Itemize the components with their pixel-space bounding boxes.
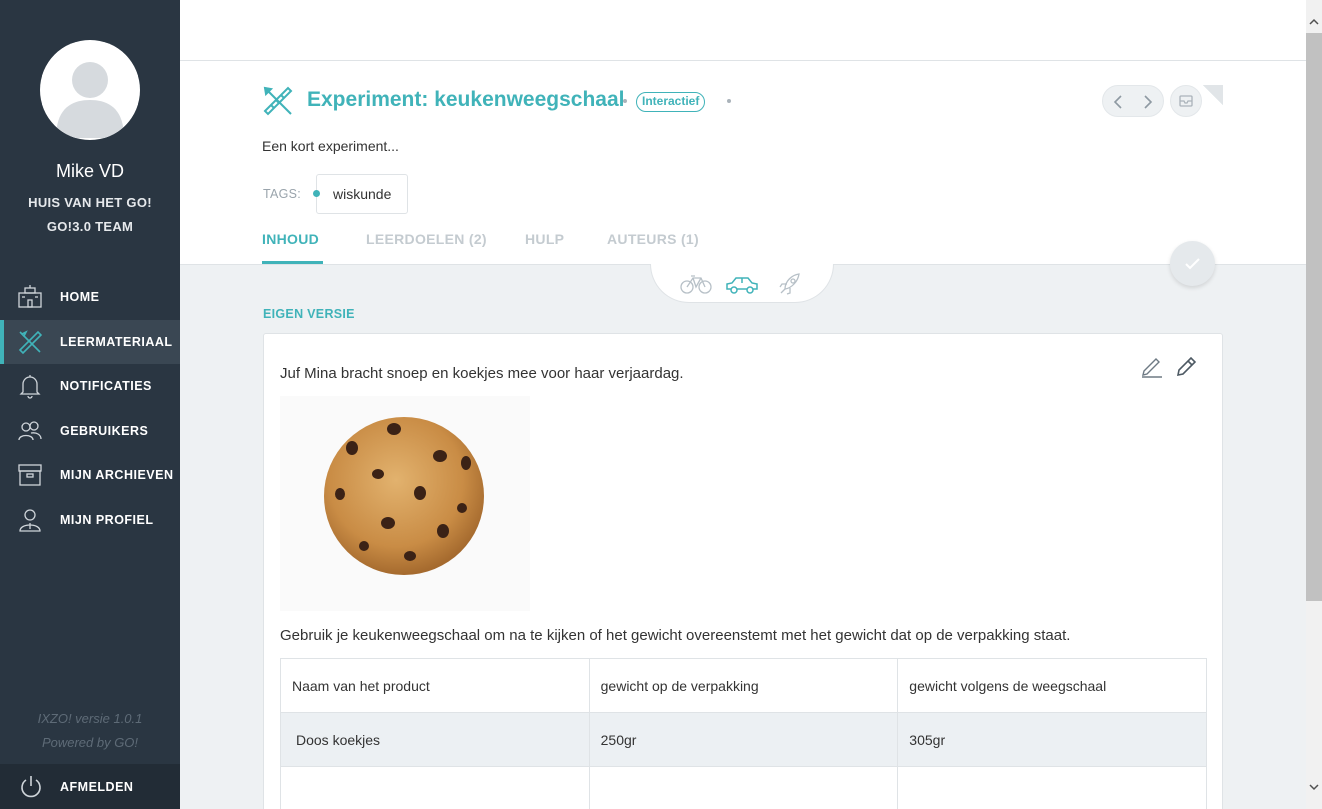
level-bike[interactable] [678,272,714,296]
prev-button[interactable] [1109,92,1129,112]
sidebar-item-label: GEBRUIKERS [60,423,149,438]
content-card: Juf Mina bracht snoep en koekjes mee voo… [263,333,1223,809]
page-title: Experiment: keukenweegschaal [307,88,625,111]
sidebar-item-gebruikers[interactable]: GEBRUIKERS [0,409,180,454]
organisation: HUIS VAN HET GO! GO!3.0 TEAM [0,191,180,239]
table-header-row: Naam van het product gewicht op de verpa… [280,658,1207,713]
scrollbar-thumb[interactable] [1306,33,1322,601]
top-bar [180,0,1306,61]
logout-button[interactable]: AFMELDEN [0,764,180,809]
tags-label: TAGS: [263,187,302,201]
version-text: IXZO! versie 1.0.1 [37,711,143,726]
tag-chip[interactable]: wiskunde [316,174,409,214]
chevron-right-icon [1144,95,1153,109]
chevron-left-icon [1113,95,1122,109]
pencil-ruler-icon [263,86,293,116]
tab-auteurs[interactable]: AUTEURS (1) [607,231,699,247]
school-icon [18,285,42,308]
material-header: Experiment: keukenweegschaal Interactief… [180,61,1306,265]
sidebar-item-notificaties[interactable]: NOTIFICATIES [0,364,180,409]
level-rocket[interactable] [772,272,808,296]
separator-dot [727,99,731,103]
table-row [280,766,1207,809]
tab-inhoud[interactable]: INHOUD [262,231,319,247]
separator-dot [623,99,627,103]
prev-next-nav [1102,85,1164,117]
sidebar-item-label: NOTIFICATIES [60,379,152,394]
table-cell[interactable] [280,766,590,809]
org-line-2: GO!3.0 TEAM [46,219,134,234]
corner-fold [1203,85,1223,105]
cookie-image [280,396,530,611]
archive-icon [18,464,42,486]
org-line-1: HUIS VAN HET GO! [28,195,152,210]
active-tab-indicator [262,261,323,264]
sidebar: Mike VD HUIS VAN HET GO! GO!3.0 TEAM HOM… [0,0,180,809]
sidebar-item-home[interactable]: HOME [0,275,180,320]
table-cell[interactable]: 250gr [588,712,899,767]
cookie-picture [324,417,484,575]
tab-leerdoelen[interactable]: LEERDOELEN (2) [366,231,487,247]
user-silhouette-icon [42,42,138,138]
scroll-down-icon[interactable] [1306,779,1322,795]
bell-icon [19,375,41,399]
user-name: Mike VD [55,161,124,181]
instruction-text: Gebruik je keukenweegschaal om na te kij… [280,627,1071,644]
scroll-up-icon[interactable] [1306,14,1322,30]
edit-own-version-button[interactable] [1175,354,1199,378]
intro-text: Juf Mina bracht snoep en koekjes mee voo… [280,365,684,382]
users-icon [18,421,42,440]
tag-dot [313,190,320,197]
table-row: Doos koekjes 250gr 305gr [280,712,1207,767]
archive-button[interactable] [1170,85,1202,117]
avatar[interactable] [40,40,140,140]
version-info: IXZO! versie 1.0.1 Powered by GO! [0,707,180,755]
table-cell[interactable] [897,766,1207,809]
table-cell[interactable]: 305gr [897,712,1207,767]
edit-button[interactable] [1140,354,1164,378]
inbox-icon [1179,95,1193,107]
complete-button[interactable] [1170,241,1215,286]
table-header-cell: gewicht op de verpakking [588,658,899,713]
sidebar-item-label: HOME [60,290,100,305]
level-selector [650,264,834,303]
table-header-cell: gewicht volgens de weegschaal [897,658,1207,713]
status-badge: Interactief [636,92,706,112]
profile-icon [19,509,41,532]
table-header-cell: Naam van het product [280,658,590,713]
tab-hulp[interactable]: HULP [525,231,564,247]
bicycle-icon [680,275,712,294]
sidebar-item-leermateriaal[interactable]: LEERMATERIAAL [0,319,180,364]
level-car[interactable] [724,272,760,296]
sidebar-item-mijn-profiel[interactable]: MIJN PROFIEL [0,498,180,543]
pencil-icon [1176,356,1197,377]
section-label: EIGEN VERSIE [263,307,355,321]
rocket-icon [779,273,800,295]
pen-icon [1142,358,1162,378]
car-icon [726,277,758,294]
sidebar-item-label: MIJN PROFIEL [60,512,154,527]
check-icon [1185,258,1200,270]
description: Een kort experiment... [262,138,399,154]
sidebar-item-label: MIJN ARCHIEVEN [60,468,174,483]
sidebar-item-mijn-archieven[interactable]: MIJN ARCHIEVEN [0,453,180,498]
table-cell[interactable]: Doos koekjes [280,712,590,767]
main-nav: HOME LEERMATERIAAL NOTIFICATIES GEBRUIKE… [0,275,180,542]
next-button[interactable] [1137,92,1157,112]
logout-label: AFMELDEN [60,779,134,794]
table-cell[interactable] [588,766,899,809]
sidebar-item-label: LEERMATERIAAL [60,334,173,349]
powered-by-text: Powered by GO! [41,735,139,750]
weight-table: Naam van het product gewicht op de verpa… [280,658,1207,809]
power-icon [21,775,41,797]
pencil-ruler-icon [18,329,43,354]
